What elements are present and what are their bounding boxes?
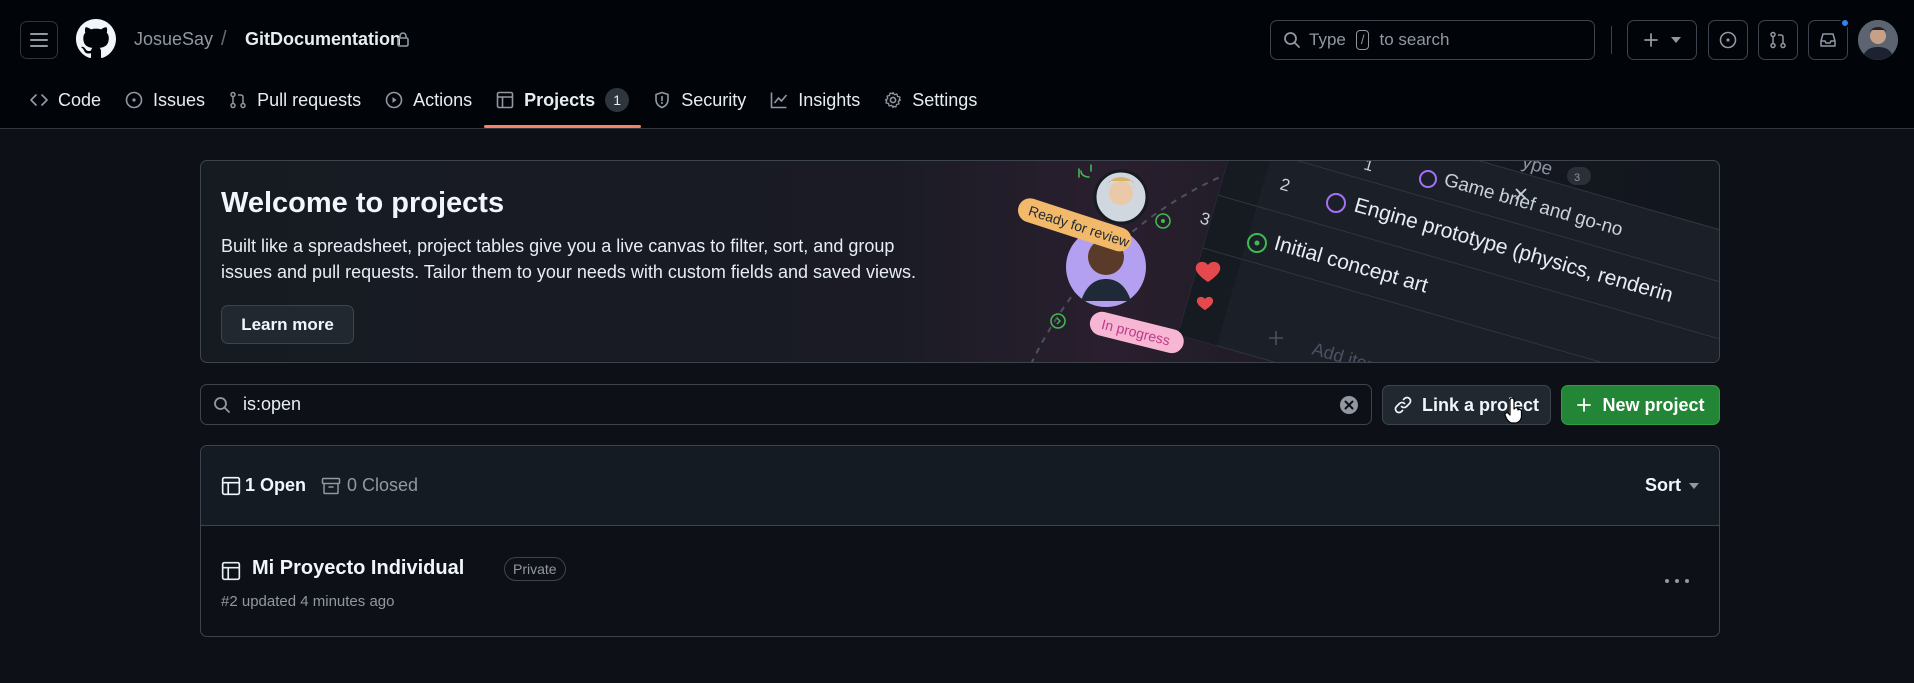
tab-projects-label: Projects [524, 89, 596, 110]
issues-button[interactable] [1708, 20, 1748, 60]
list-item: Mi Proyecto Individual Private #2 update… [201, 526, 1719, 636]
github-logo-icon[interactable] [76, 19, 116, 59]
tab-projects-count: 1 [605, 88, 630, 112]
lock-icon [397, 32, 409, 47]
graph-icon [770, 92, 788, 109]
kebab-dot [1685, 579, 1689, 583]
tab-actions[interactable]: Actions [373, 80, 484, 120]
art-row-top-count: 3 [1574, 172, 1580, 184]
tab-insights-label: Insights [798, 89, 861, 110]
filter-value: is:open [243, 394, 302, 414]
tab-code[interactable]: Code [18, 80, 113, 120]
archive-icon [321, 477, 341, 494]
header-divider [1611, 26, 1612, 54]
notification-dot [1840, 18, 1850, 28]
welcome-banner: Welcome to projects Built like a spreads… [200, 160, 1720, 363]
tab-actions-label: Actions [413, 89, 473, 110]
inbox-button[interactable] [1808, 18, 1850, 60]
banner-illustration: 1 Game brief and go-no ype 3 2 Engine pr… [1018, 161, 1719, 362]
tab-pull-requests-label: Pull requests [257, 89, 362, 110]
repo-tabs: Code Issues Pull requests Actions Projec… [18, 80, 989, 128]
tab-settings-label: Settings [912, 89, 978, 110]
code-icon [30, 94, 48, 106]
breadcrumb-owner[interactable]: JosueSay [134, 29, 213, 50]
create-new-button[interactable] [1627, 20, 1697, 60]
new-project-button[interactable]: New project [1561, 385, 1720, 425]
visibility-badge: Private [504, 557, 566, 581]
closed-count-label: 0 Closed [347, 475, 419, 495]
banner-description: Built like a spreadsheet, project tables… [221, 236, 917, 282]
kebab-dot [1675, 579, 1679, 583]
pull-requests-button[interactable] [1758, 20, 1798, 60]
sort-label: Sort [1645, 475, 1681, 495]
link-project-button[interactable]: Link a project [1382, 385, 1551, 425]
tab-issues[interactable]: Issues [113, 80, 217, 120]
tab-projects[interactable]: Projects 1 [484, 80, 642, 128]
play-icon [385, 91, 403, 109]
tab-code-label: Code [58, 89, 102, 110]
issue-opened-icon [125, 91, 143, 109]
plus-icon [1577, 398, 1592, 412]
open-count-label: 1 Open [245, 475, 307, 495]
tab-issues-label: Issues [153, 89, 206, 110]
user-avatar[interactable] [1858, 20, 1898, 60]
tab-insights[interactable]: Insights [758, 80, 872, 120]
tab-security[interactable]: Security [641, 80, 758, 120]
search-icon [1284, 32, 1300, 48]
table-icon [221, 561, 241, 581]
projects-list-header: 1 Open 0 Closed Sort [201, 446, 1719, 526]
sort-dropdown[interactable]: Sort [1645, 475, 1699, 496]
git-pull-request-icon [1770, 31, 1786, 49]
open-filter-tab[interactable]: 1 Open [221, 475, 306, 496]
plus-icon [1644, 33, 1658, 47]
search-key-hint: / [1355, 30, 1370, 50]
project-filter-input[interactable]: is:open [200, 384, 1372, 425]
caret-down-icon [1689, 482, 1699, 489]
table-icon [496, 91, 514, 109]
caret-down-icon [1671, 37, 1681, 43]
breadcrumb-repo[interactable]: GitDocumentation [245, 29, 401, 50]
banner-title: Welcome to projects [221, 187, 505, 219]
inbox-icon [1820, 33, 1836, 47]
app-header: JosueSay / GitDocumentation Type / to sear… [0, 0, 1914, 129]
hamburger-icon [30, 33, 48, 47]
project-options-button[interactable] [1665, 569, 1689, 593]
tab-pull-requests[interactable]: Pull requests [217, 80, 373, 120]
closed-filter-tab[interactable]: 0 Closed [321, 475, 418, 496]
menu-button[interactable] [20, 21, 58, 59]
link-icon [1394, 396, 1412, 414]
search-input[interactable]: Type / to search [1270, 20, 1595, 60]
projects-list: 1 Open 0 Closed Sort Mi Proyecto Individ… [200, 445, 1720, 637]
learn-more-button[interactable]: Learn more [221, 305, 354, 344]
tab-security-label: Security [681, 89, 747, 110]
table-icon [221, 476, 241, 495]
kebab-dot [1665, 579, 1669, 583]
avatar-image-icon [1858, 20, 1898, 60]
project-title-link[interactable]: Mi Proyecto Individual [252, 557, 464, 580]
project-meta: #2 updated 4 minutes ago [221, 593, 395, 610]
tab-settings[interactable]: Settings [872, 80, 989, 120]
new-project-label: New project [1602, 394, 1705, 415]
search-suffix: to search [1379, 30, 1450, 49]
hand-cursor-icon [1504, 398, 1522, 424]
search-icon [214, 396, 230, 413]
git-pull-request-icon [230, 91, 246, 109]
search-prefix: Type [1309, 30, 1346, 49]
issue-opened-icon [1719, 31, 1737, 49]
gear-icon [885, 91, 902, 109]
clear-filter-icon[interactable] [1339, 395, 1359, 415]
shield-icon [655, 91, 670, 109]
breadcrumb-separator: / [221, 28, 227, 50]
